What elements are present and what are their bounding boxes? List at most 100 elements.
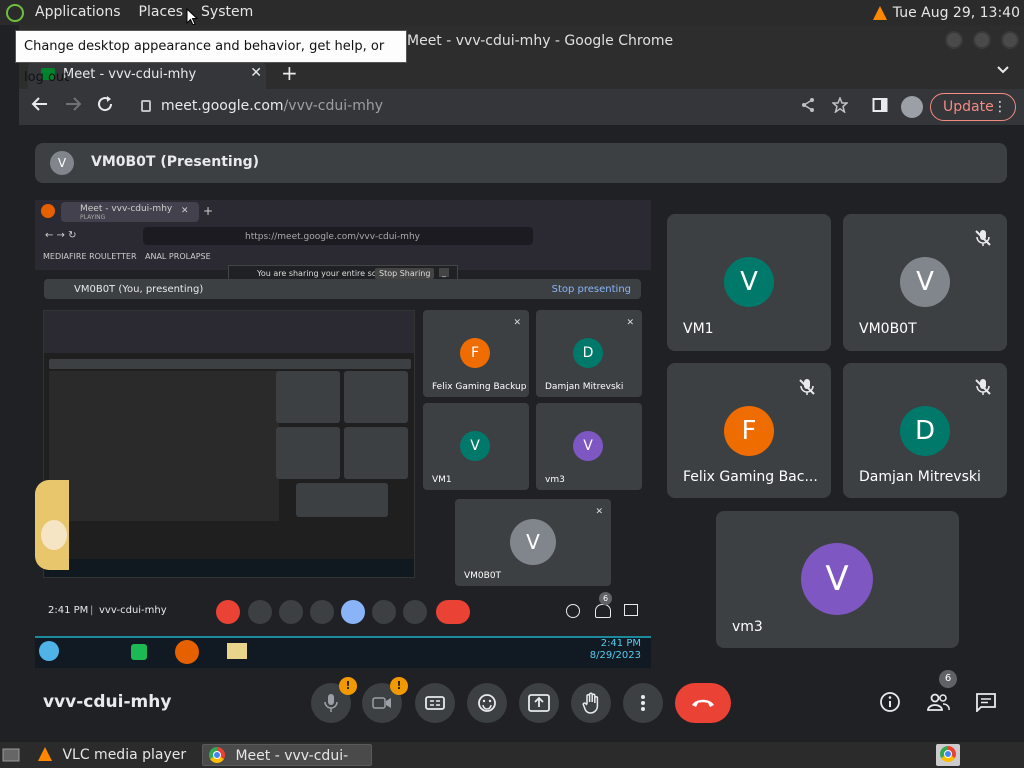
- bookmark-star-icon[interactable]: [832, 97, 848, 113]
- camera-button[interactable]: !: [362, 677, 408, 723]
- captions-button[interactable]: [415, 683, 455, 723]
- shared-tile-vmobot: ✕ V VM0B0T: [455, 499, 611, 586]
- shared-nav-icons: ← → ↻: [45, 230, 77, 241]
- participant-count-badge: 6: [939, 670, 957, 688]
- raise-hand-button[interactable]: [571, 683, 611, 723]
- vlc-tray-icon[interactable]: [872, 5, 887, 20]
- participant-tile-vm3[interactable]: V vm3: [716, 511, 959, 648]
- chat-icon: [976, 693, 996, 712]
- mic-off-icon: [799, 379, 815, 395]
- emoji-reaction-button[interactable]: [467, 683, 507, 723]
- workspace-switcher[interactable]: [936, 744, 960, 766]
- new-tab-button[interactable]: +: [281, 61, 298, 85]
- chat-button[interactable]: [973, 689, 999, 715]
- shared-stop-sharing: Stop Sharing: [375, 268, 435, 279]
- mic-warning-badge: !: [339, 677, 357, 695]
- meet-control-bar: vvv-cdui-mhy ! ! 6: [19, 670, 1024, 742]
- participant-avatar: F: [724, 406, 774, 456]
- desktop-mascot-image: [35, 480, 69, 570]
- system-menu[interactable]: System: [192, 0, 262, 25]
- microphone-button[interactable]: !: [311, 677, 357, 723]
- presenter-avatar: V: [50, 151, 74, 175]
- applications-menu[interactable]: Applications: [26, 0, 130, 25]
- participant-avatar: V: [724, 257, 774, 307]
- distro-logo-icon[interactable]: [6, 3, 24, 22]
- shared-clock: 2:41 PM 8/29/2023: [589, 638, 641, 661]
- shared-tile-damjan: ✕ D Damjan Mitrevski: [536, 310, 642, 397]
- hand-icon: [582, 692, 599, 714]
- taskbar-chrome[interactable]: Meet - vvv-cdui-mhy...: [202, 744, 372, 766]
- leave-call-button[interactable]: [675, 683, 731, 723]
- system-menu-tooltip: Change desktop appearance and behavior, …: [15, 30, 407, 85]
- browser-toolbar: meet.google.com/vvv-cdui-mhy Update ⋮: [19, 89, 1024, 125]
- bottom-taskbar: VLC media player Meet - vvv-cdui-mhy...: [0, 742, 1024, 768]
- minimize-button[interactable]: [945, 31, 963, 49]
- shared-meet-controls: 2:41 PM | vvv-cdui-mhy 6: [35, 592, 651, 630]
- maximize-button[interactable]: [973, 31, 991, 49]
- mic-off-icon: [975, 230, 991, 246]
- shared-firefox-icon: [41, 204, 55, 218]
- shared-new-tab-icon: +: [203, 204, 214, 218]
- taskbar-vlc[interactable]: VLC media player: [30, 744, 202, 766]
- shared-presenting-bar: VM0B0T (You, presenting) Stop presenting: [44, 279, 641, 299]
- update-label: Update: [943, 99, 994, 115]
- back-arrow-icon[interactable]: [31, 95, 49, 113]
- participant-tile-vm1[interactable]: V VM1: [667, 214, 831, 351]
- profile-avatar-icon[interactable]: [901, 96, 923, 118]
- hang-up-icon: [692, 699, 714, 707]
- participant-tile-damjan[interactable]: D Damjan Mitrevski: [843, 363, 1007, 498]
- participant-avatar: V: [801, 543, 873, 615]
- present-screen-button[interactable]: [519, 683, 559, 723]
- workspace-chrome-icon: [940, 746, 956, 762]
- shared-tab-close-icon: ✕: [181, 206, 189, 216]
- update-button[interactable]: Update ⋮: [930, 93, 1016, 121]
- presenting-label: VM0B0T (Presenting): [91, 154, 260, 170]
- people-button[interactable]: 6: [925, 670, 957, 715]
- shared-count: 6: [599, 592, 612, 605]
- shared-time: 2:41 PM: [48, 605, 89, 616]
- mic-off-icon: [975, 379, 991, 395]
- show-desktop-icon[interactable]: [2, 744, 22, 766]
- tab-search-chevron-icon[interactable]: [996, 63, 1010, 77]
- info-icon: [880, 692, 900, 712]
- meet-page: V VM0B0T (Presenting) Meet - vvv-cdui-mh…: [19, 125, 1024, 742]
- shared-presenting-label: VM0B0T (You, presenting): [74, 284, 204, 295]
- vlc-icon: [38, 747, 52, 761]
- camera-warning-badge: !: [390, 677, 408, 695]
- window-title: Meet - vvv-cdui-mhy - Google Chrome: [407, 33, 674, 49]
- meeting-code: vvv-cdui-mhy: [43, 692, 172, 712]
- meeting-details-button[interactable]: [877, 689, 903, 715]
- participant-tile-felix[interactable]: F Felix Gaming Bac...: [667, 363, 831, 498]
- emoji-icon: [478, 694, 496, 712]
- address-bar[interactable]: meet.google.com/vvv-cdui-mhy: [129, 93, 859, 121]
- places-menu[interactable]: Places: [130, 0, 193, 25]
- participant-name: VM1: [683, 321, 714, 337]
- shared-tile-vm3: V vm3: [536, 403, 642, 490]
- url-path: /vvv-cdui-mhy: [283, 98, 384, 114]
- shared-tab-label: Meet - vvv-cdui-mhy: [80, 204, 173, 214]
- more-vert-icon: [641, 695, 645, 711]
- forward-arrow-icon[interactable]: [64, 95, 82, 113]
- participant-avatar: V: [900, 257, 950, 307]
- participant-name: VM0B0T: [859, 321, 917, 337]
- participant-name: Damjan Mitrevski: [859, 469, 981, 485]
- reload-icon[interactable]: [96, 95, 114, 113]
- panel-clock[interactable]: Tue Aug 29, 13:40: [893, 5, 1020, 21]
- participant-tile-vmobot[interactable]: V VM0B0T: [843, 214, 1007, 351]
- close-window-button[interactable]: [1001, 31, 1019, 49]
- participant-name: vm3: [732, 619, 763, 635]
- tab-close-icon[interactable]: ✕: [250, 65, 262, 81]
- shared-tab-sub: PLAYING: [80, 214, 106, 221]
- mic-icon: [324, 694, 338, 712]
- shared-tile-vm1: V VM1: [423, 403, 529, 490]
- camera-icon: [372, 697, 391, 709]
- side-panel-icon[interactable]: [872, 97, 888, 113]
- lock-icon[interactable]: [141, 100, 151, 112]
- taskbar-chrome-label: Meet - vvv-cdui-mhy...: [235, 748, 349, 764]
- more-menu-icon[interactable]: ⋮: [993, 94, 1007, 120]
- shared-tile-felix: ✕ F Felix Gaming Backup: [423, 310, 529, 397]
- more-options-button[interactable]: [623, 683, 663, 723]
- participant-name: Felix Gaming Bac...: [683, 469, 818, 485]
- top-panel: Applications Places System Tue Aug 29, 1…: [0, 0, 1024, 25]
- share-icon[interactable]: [800, 97, 816, 113]
